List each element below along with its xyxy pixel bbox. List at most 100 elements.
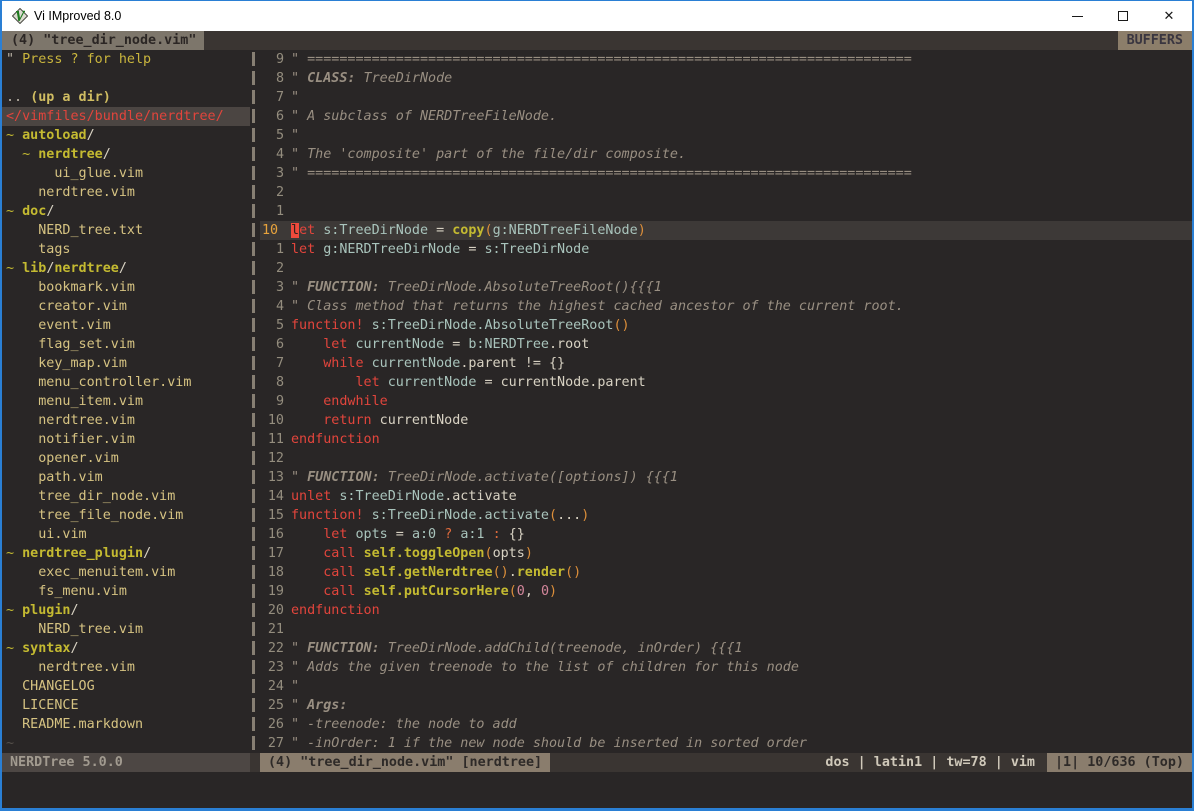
tree-item[interactable]: tags bbox=[2, 240, 250, 259]
code-line[interactable]: 5" bbox=[260, 126, 1192, 145]
code-line[interactable]: 1 bbox=[260, 202, 1192, 221]
tree-item[interactable]: ~ lib/nerdtree/ bbox=[2, 259, 250, 278]
tree-item[interactable]: ui.vim bbox=[2, 525, 250, 544]
code-line[interactable]: 3" =====================================… bbox=[260, 164, 1192, 183]
code-line[interactable]: 6" A subclass of NERDTreeFileNode. bbox=[260, 107, 1192, 126]
tree-item[interactable]: nerdtree.vim bbox=[2, 183, 250, 202]
tree-item[interactable]: ~ plugin/ bbox=[2, 601, 250, 620]
code-line[interactable]: 14unlet s:TreeDirNode.activate bbox=[260, 487, 1192, 506]
text-segment: ~ bbox=[6, 261, 22, 276]
text-segment: currentNode bbox=[356, 337, 445, 352]
code-line[interactable]: 18 call self.getNerdtree().render() bbox=[260, 563, 1192, 582]
tree-item[interactable]: ~ nerdtree/ bbox=[2, 145, 250, 164]
code-line[interactable]: 7" bbox=[260, 88, 1192, 107]
tree-item[interactable]: nerdtree.vim bbox=[2, 658, 250, 677]
tree-item[interactable]: ~ nerdtree_plugin/ bbox=[2, 544, 250, 563]
code-line[interactable]: 7 while currentNode.parent != {} bbox=[260, 354, 1192, 373]
text-segment: while bbox=[323, 356, 363, 371]
tree-item[interactable]: path.vim bbox=[2, 468, 250, 487]
tree-item[interactable]: opener.vim bbox=[2, 449, 250, 468]
text-segment: nerdtree bbox=[54, 261, 119, 276]
line-number: 2 bbox=[260, 259, 284, 278]
line-number: 4 bbox=[260, 145, 284, 164]
code-line[interactable]: 24" bbox=[260, 677, 1192, 696]
tree-item[interactable]: notifier.vim bbox=[2, 430, 250, 449]
text-segment: s:TreeDirNode bbox=[323, 223, 428, 238]
tree-item[interactable]: " Press ? for help bbox=[2, 50, 250, 69]
code-line[interactable]: 3" FUNCTION: TreeDirNode.AbsoluteTreeRoo… bbox=[260, 278, 1192, 297]
tree-item[interactable]: menu_controller.vim bbox=[2, 373, 250, 392]
tree-item[interactable]: ~ autoload/ bbox=[2, 126, 250, 145]
code-line[interactable]: 4" The 'composite' part of the file/dir … bbox=[260, 145, 1192, 164]
code-line[interactable]: 10let s:TreeDirNode = copy(g:NERDTreeFil… bbox=[260, 221, 1192, 240]
code-line[interactable]: 2 bbox=[260, 183, 1192, 202]
tree-item[interactable]: bookmark.vim bbox=[2, 278, 250, 297]
code-line[interactable]: 13" FUNCTION: TreeDirNode.activate([opti… bbox=[260, 468, 1192, 487]
code-line[interactable]: 9 endwhile bbox=[260, 392, 1192, 411]
window-split-separator[interactable] bbox=[250, 50, 260, 753]
code-line[interactable]: 15function! s:TreeDirNode.activate(...) bbox=[260, 506, 1192, 525]
tree-item[interactable]: creator.vim bbox=[2, 297, 250, 316]
tree-item[interactable]: ~ bbox=[2, 734, 250, 753]
statusbar-position: |1| 10/636 (Top) bbox=[1047, 753, 1192, 772]
code-line[interactable]: 11endfunction bbox=[260, 430, 1192, 449]
code-text: call self.getNerdtree().render() bbox=[291, 563, 581, 582]
code-line[interactable]: 16 let opts = a:0 ? a:1 : {} bbox=[260, 525, 1192, 544]
close-button[interactable]: ✕ bbox=[1146, 1, 1192, 31]
code-text: let currentNode = currentNode.parent bbox=[291, 373, 646, 392]
text-segment: ) bbox=[549, 584, 557, 599]
text-segment: ) bbox=[581, 508, 589, 523]
tree-item[interactable]: NERD_tree.vim bbox=[2, 620, 250, 639]
code-line[interactable]: 26" -treenode: the node to add bbox=[260, 715, 1192, 734]
code-line[interactable]: 10 return currentNode bbox=[260, 411, 1192, 430]
tree-item[interactable]: NERD_tree.txt bbox=[2, 221, 250, 240]
tree-item[interactable]: menu_item.vim bbox=[2, 392, 250, 411]
code-line[interactable]: 2 bbox=[260, 259, 1192, 278]
text-segment: (up a dir) bbox=[30, 90, 111, 105]
code-text: " FUNCTION: TreeDirNode.addChild(treenod… bbox=[291, 639, 742, 658]
text-segment bbox=[364, 508, 372, 523]
tree-item[interactable]: flag_set.vim bbox=[2, 335, 250, 354]
code-line[interactable]: 1let g:NERDTreeDirNode = s:TreeDirNode bbox=[260, 240, 1192, 259]
text-segment: let bbox=[323, 337, 347, 352]
tree-item[interactable]: README.markdown bbox=[2, 715, 250, 734]
code-line[interactable]: 17 call self.toggleOpen(opts) bbox=[260, 544, 1192, 563]
tree-item[interactable]: event.vim bbox=[2, 316, 250, 335]
tree-item[interactable]: nerdtree.vim bbox=[2, 411, 250, 430]
code-line[interactable]: 6 let currentNode = b:NERDTree.root bbox=[260, 335, 1192, 354]
code-line[interactable]: 20endfunction bbox=[260, 601, 1192, 620]
tree-item[interactable]: ui_glue.vim bbox=[2, 164, 250, 183]
text-segment: </vimfiles/bundle/nerdtree/ bbox=[6, 109, 224, 124]
tree-item[interactable]: exec_menuitem.vim bbox=[2, 563, 250, 582]
code-line[interactable]: 25" Args: bbox=[260, 696, 1192, 715]
code-line[interactable]: 8" CLASS: TreeDirNode bbox=[260, 69, 1192, 88]
tree-item[interactable]: tree_dir_node.vim bbox=[2, 487, 250, 506]
code-line[interactable]: 19 call self.putCursorHere(0, 0) bbox=[260, 582, 1192, 601]
tree-item[interactable]: ~ doc/ bbox=[2, 202, 250, 221]
tree-item[interactable]: tree_file_node.vim bbox=[2, 506, 250, 525]
text-segment: path.vim bbox=[6, 470, 103, 485]
tree-item[interactable]: ~ syntax/ bbox=[2, 639, 250, 658]
code-line[interactable]: 8 let currentNode = currentNode.parent bbox=[260, 373, 1192, 392]
minimize-button[interactable] bbox=[1054, 1, 1100, 31]
code-line[interactable]: 9" =====================================… bbox=[260, 50, 1192, 69]
tree-item[interactable] bbox=[2, 69, 250, 88]
tree-item[interactable]: fs_menu.vim bbox=[2, 582, 250, 601]
tree-item[interactable]: </vimfiles/bundle/nerdtree/ bbox=[2, 107, 250, 126]
line-number: 7 bbox=[260, 88, 284, 107]
tree-item[interactable]: LICENCE bbox=[2, 696, 250, 715]
command-line[interactable] bbox=[2, 772, 1192, 808]
code-line[interactable]: 4" Class method that returns the highest… bbox=[260, 297, 1192, 316]
code-line[interactable]: 23" Adds the given treenode to the list … bbox=[260, 658, 1192, 677]
code-line[interactable]: 21 bbox=[260, 620, 1192, 639]
code-line[interactable]: 5function! s:TreeDirNode.AbsoluteTreeRoo… bbox=[260, 316, 1192, 335]
tree-item[interactable]: .. (up a dir) bbox=[2, 88, 250, 107]
code-line[interactable]: 22" FUNCTION: TreeDirNode.addChild(treen… bbox=[260, 639, 1192, 658]
maximize-button[interactable] bbox=[1100, 1, 1146, 31]
tab-tree-dir-node[interactable]: (4) "tree_dir_node.vim" bbox=[2, 31, 204, 50]
code-line[interactable]: 27" -inOrder: 1 if the new node should b… bbox=[260, 734, 1192, 753]
tree-item[interactable]: key_map.vim bbox=[2, 354, 250, 373]
editor-panel: 9" =====================================… bbox=[260, 50, 1192, 753]
tree-item[interactable]: CHANGELOG bbox=[2, 677, 250, 696]
code-line[interactable]: 12 bbox=[260, 449, 1192, 468]
